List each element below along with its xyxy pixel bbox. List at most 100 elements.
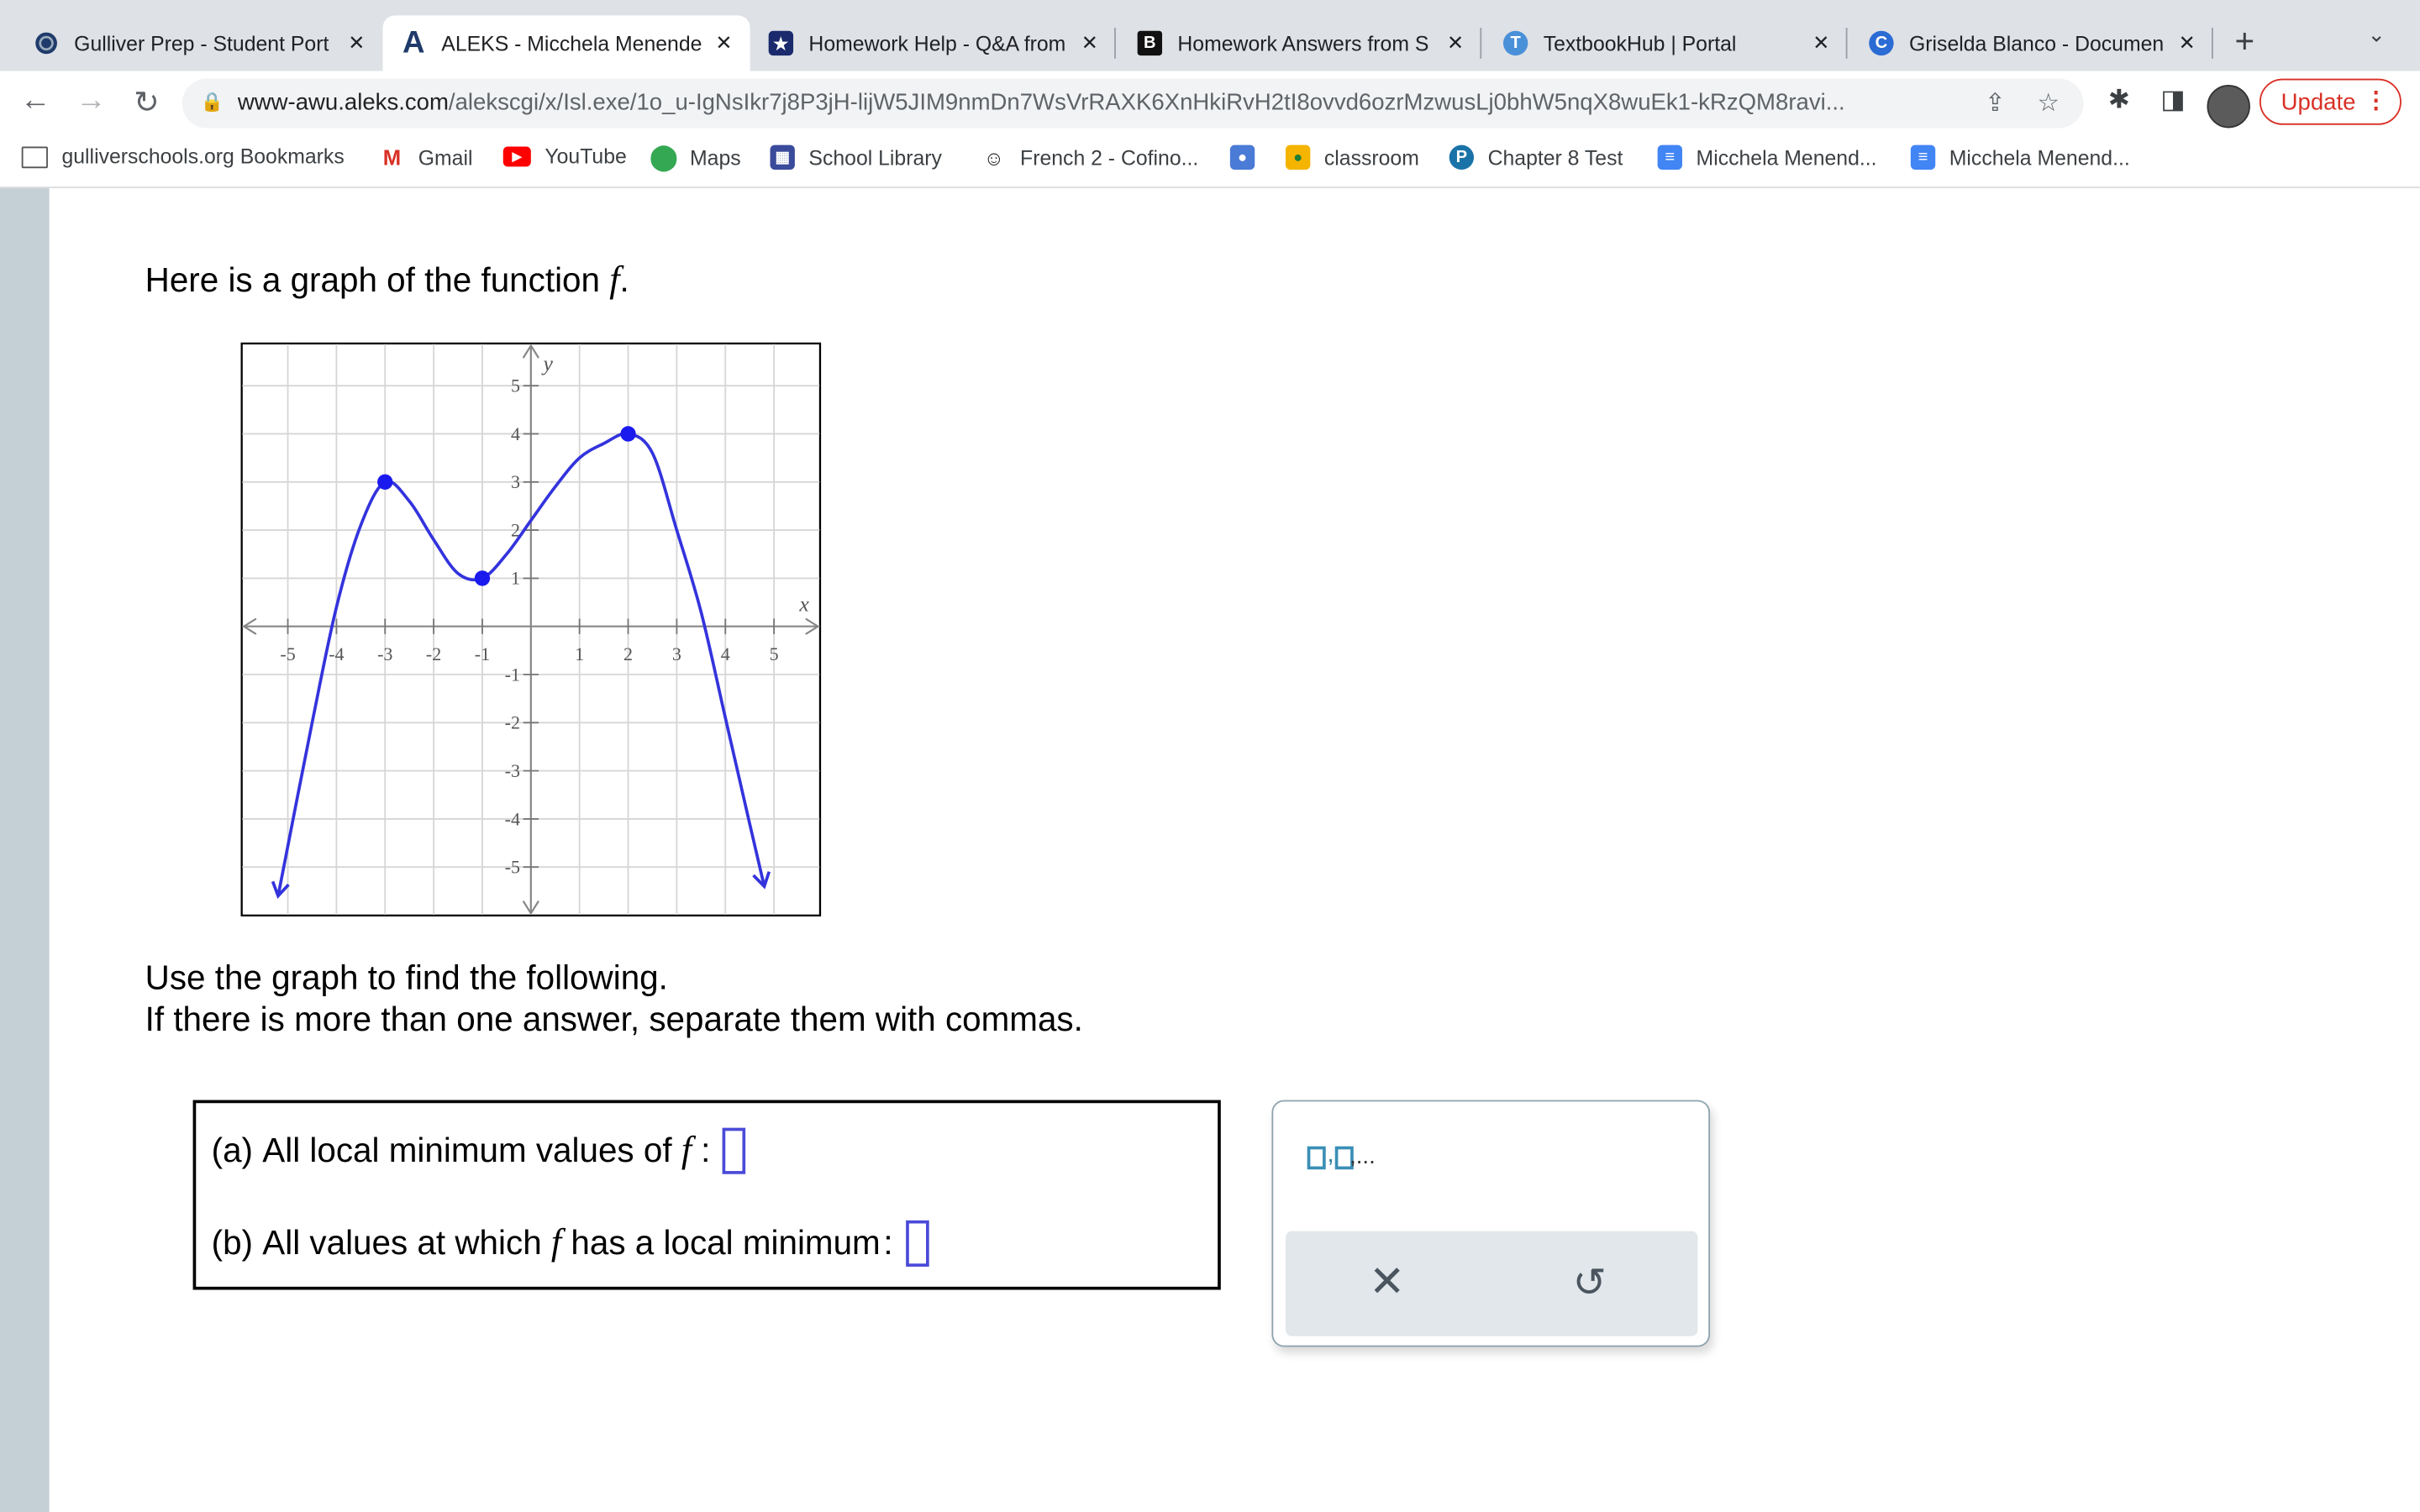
part-b-row: (b) All values at which f has a local mi… bbox=[212, 1220, 929, 1267]
x-tick-label: -1 bbox=[475, 643, 490, 664]
x-axis-label: x bbox=[798, 591, 809, 616]
docs-icon: ≡ bbox=[1910, 144, 1936, 171]
bookmark-school-library[interactable]: ▦ School Library bbox=[770, 144, 942, 171]
list-box-icon bbox=[1307, 1146, 1326, 1170]
y-tick-label: -2 bbox=[505, 712, 520, 733]
part-b-colon: : bbox=[883, 1223, 893, 1263]
intro-end: . bbox=[619, 260, 629, 300]
x-tick-label: -4 bbox=[329, 643, 344, 664]
y-tick-label: 5 bbox=[511, 375, 520, 396]
part-a-label: (a) bbox=[211, 1131, 254, 1170]
y-axis-label: y bbox=[541, 351, 554, 375]
tab-separator bbox=[2211, 28, 2213, 59]
chevron-down-icon[interactable]: ⌄ bbox=[2367, 22, 2386, 48]
answer-box: (a) All local minimum values of f : (b) … bbox=[192, 1100, 1221, 1290]
address-bar[interactable]: 🔒 www-awu.aleks.com/alekscgi/x/Isl.exe/1… bbox=[182, 78, 2084, 129]
side-panel-icon[interactable]: ◨ bbox=[2160, 85, 2186, 116]
tab-title: Homework Help - Q&A from bbox=[808, 31, 1066, 55]
tab-homework-help[interactable]: ★ Homework Help - Q&A from ✕ bbox=[750, 15, 1116, 71]
url-host: www-awu.aleks.com bbox=[237, 89, 449, 116]
tab-close-icon[interactable]: ✕ bbox=[710, 31, 738, 55]
instruction-line-1: Use the graph to find the following. bbox=[145, 958, 668, 997]
key-point bbox=[474, 570, 491, 586]
classroom-icon: ● bbox=[1285, 144, 1311, 171]
bookmark-micchela-doc-2[interactable]: ≡ Micchela Menend... bbox=[1910, 144, 2130, 171]
b-icon: B bbox=[1137, 30, 1163, 56]
owl-icon: ☺ bbox=[983, 145, 1005, 170]
youtube-icon: ▶ bbox=[502, 146, 531, 167]
bookmark-classroom[interactable]: ● classroom bbox=[1285, 144, 1419, 171]
tab-close-icon[interactable]: ✕ bbox=[2173, 31, 2201, 55]
extensions-puzzle-icon[interactable]: ✱ bbox=[2108, 85, 2130, 116]
y-tick-label: 1 bbox=[511, 568, 520, 589]
tab-textbookhub[interactable]: T TextbookHub | Portal ✕ bbox=[1481, 15, 1848, 71]
clear-x-icon[interactable]: ✕ bbox=[1369, 1256, 1405, 1307]
tab-griselda-blanco[interactable]: C Griselda Blanco - Documen ✕ bbox=[1848, 15, 2213, 71]
globe-icon bbox=[34, 31, 58, 55]
url-path: /alekscgi/x/Isl.exe/1o_u-IgNsIkr7j8P3jH-… bbox=[448, 89, 1845, 116]
bookmark-micchela-doc-1[interactable]: ≡ Micchela Menend... bbox=[1657, 144, 1877, 171]
profile-avatar[interactable] bbox=[2207, 85, 2250, 129]
bookmark-maps[interactable]: ⬤ Maps bbox=[650, 144, 741, 171]
bookmark-label: French 2 - Cofino... bbox=[1020, 145, 1199, 170]
y-tick-label: 3 bbox=[511, 471, 520, 492]
part-b-text: All values at which bbox=[262, 1223, 542, 1263]
forward-arrow-icon[interactable]: → bbox=[71, 83, 111, 118]
url-text[interactable]: www-awu.aleks.com/alekscgi/x/Isl.exe/1o_… bbox=[238, 90, 1951, 116]
bookmark-star-icon[interactable]: ☆ bbox=[2037, 88, 2059, 119]
part-a-text: All local minimum values of bbox=[262, 1131, 672, 1170]
function-name: f bbox=[681, 1130, 692, 1171]
local-min-values-input[interactable] bbox=[723, 1127, 746, 1174]
list-entry-button[interactable]: , ,... bbox=[1307, 1142, 1376, 1170]
part-a-colon: : bbox=[701, 1131, 711, 1170]
bookmark-label: classroom bbox=[1323, 145, 1419, 170]
library-icon: ▦ bbox=[770, 144, 795, 171]
bookmark-gmail[interactable]: M Gmail bbox=[380, 145, 473, 170]
tab-strip: Gulliver Prep - Student Port ✕ A ALEKS -… bbox=[0, 0, 2420, 71]
key-point bbox=[620, 426, 636, 442]
tab-gulliver-prep[interactable]: Gulliver Prep - Student Port ✕ bbox=[0, 15, 383, 71]
bookmark-contact[interactable]: ● bbox=[1229, 144, 1269, 171]
panel-action-bar: ✕ ↺ bbox=[1285, 1231, 1698, 1336]
key-point bbox=[377, 474, 393, 490]
question-intro: Here is a graph of the function f. bbox=[145, 260, 629, 302]
bookmark-chapter-8-test[interactable]: P Chapter 8 Test bbox=[1449, 144, 1623, 171]
part-b-mid: has a local minimum bbox=[571, 1223, 881, 1263]
bookmark-label: Chapter 8 Test bbox=[1487, 145, 1623, 170]
tab-title: ALEKS - Micchela Menende bbox=[441, 31, 702, 55]
list-ellipsis: ,... bbox=[1349, 1142, 1376, 1170]
update-button[interactable]: Update ⋮ bbox=[2259, 78, 2402, 125]
aleks-icon: A bbox=[402, 25, 425, 60]
bookmark-french-2[interactable]: ☺ French 2 - Cofino... bbox=[981, 145, 1199, 170]
local-min-locations-input[interactable] bbox=[905, 1220, 929, 1267]
share-icon[interactable]: ⇪ bbox=[1985, 88, 2006, 119]
x-tick-label: 3 bbox=[672, 643, 681, 664]
bookmark-label: Maps bbox=[690, 145, 741, 170]
maps-icon: ⬤ bbox=[650, 144, 678, 171]
tab-close-icon[interactable]: ✕ bbox=[1441, 31, 1469, 55]
undo-icon[interactable]: ↺ bbox=[1573, 1259, 1607, 1307]
bookmark-label: Micchela Menend... bbox=[1949, 145, 2130, 170]
bookmark-youtube[interactable]: ▶ YouTube bbox=[502, 145, 627, 168]
answer-tools-panel: , ,... ✕ ↺ bbox=[1271, 1100, 1711, 1347]
kebab-menu-icon[interactable]: ⋮ bbox=[2365, 87, 2388, 114]
lock-icon: 🔒 bbox=[200, 91, 224, 113]
tab-aleks[interactable]: A ALEKS - Micchela Menende ✕ bbox=[382, 15, 750, 71]
new-tab-plus-icon[interactable]: + bbox=[2235, 22, 2255, 62]
bookmark-gulliverschools[interactable]: gulliverschools.org Bookmarks bbox=[21, 145, 345, 168]
tab-homework-answers[interactable]: B Homework Answers from S ✕ bbox=[1116, 15, 1482, 71]
y-tick-label: -5 bbox=[505, 857, 520, 878]
reload-icon[interactable]: ↻ bbox=[127, 83, 167, 122]
tab-close-icon[interactable]: ✕ bbox=[343, 31, 371, 55]
tab-title: Griselda Blanco - Documen bbox=[1908, 31, 2165, 55]
tab-title: TextbookHub | Portal bbox=[1543, 31, 1737, 55]
y-tick-label: -1 bbox=[505, 664, 520, 685]
bookmark-label: Micchela Menend... bbox=[1696, 145, 1877, 170]
back-arrow-icon[interactable]: ← bbox=[15, 83, 55, 118]
tab-close-icon[interactable]: ✕ bbox=[1807, 31, 1835, 55]
x-tick-label: 5 bbox=[770, 643, 779, 664]
star-icon: ★ bbox=[768, 30, 794, 56]
gmail-icon: M bbox=[382, 144, 402, 171]
folder-icon bbox=[21, 145, 48, 168]
tab-close-icon[interactable]: ✕ bbox=[1076, 31, 1103, 55]
